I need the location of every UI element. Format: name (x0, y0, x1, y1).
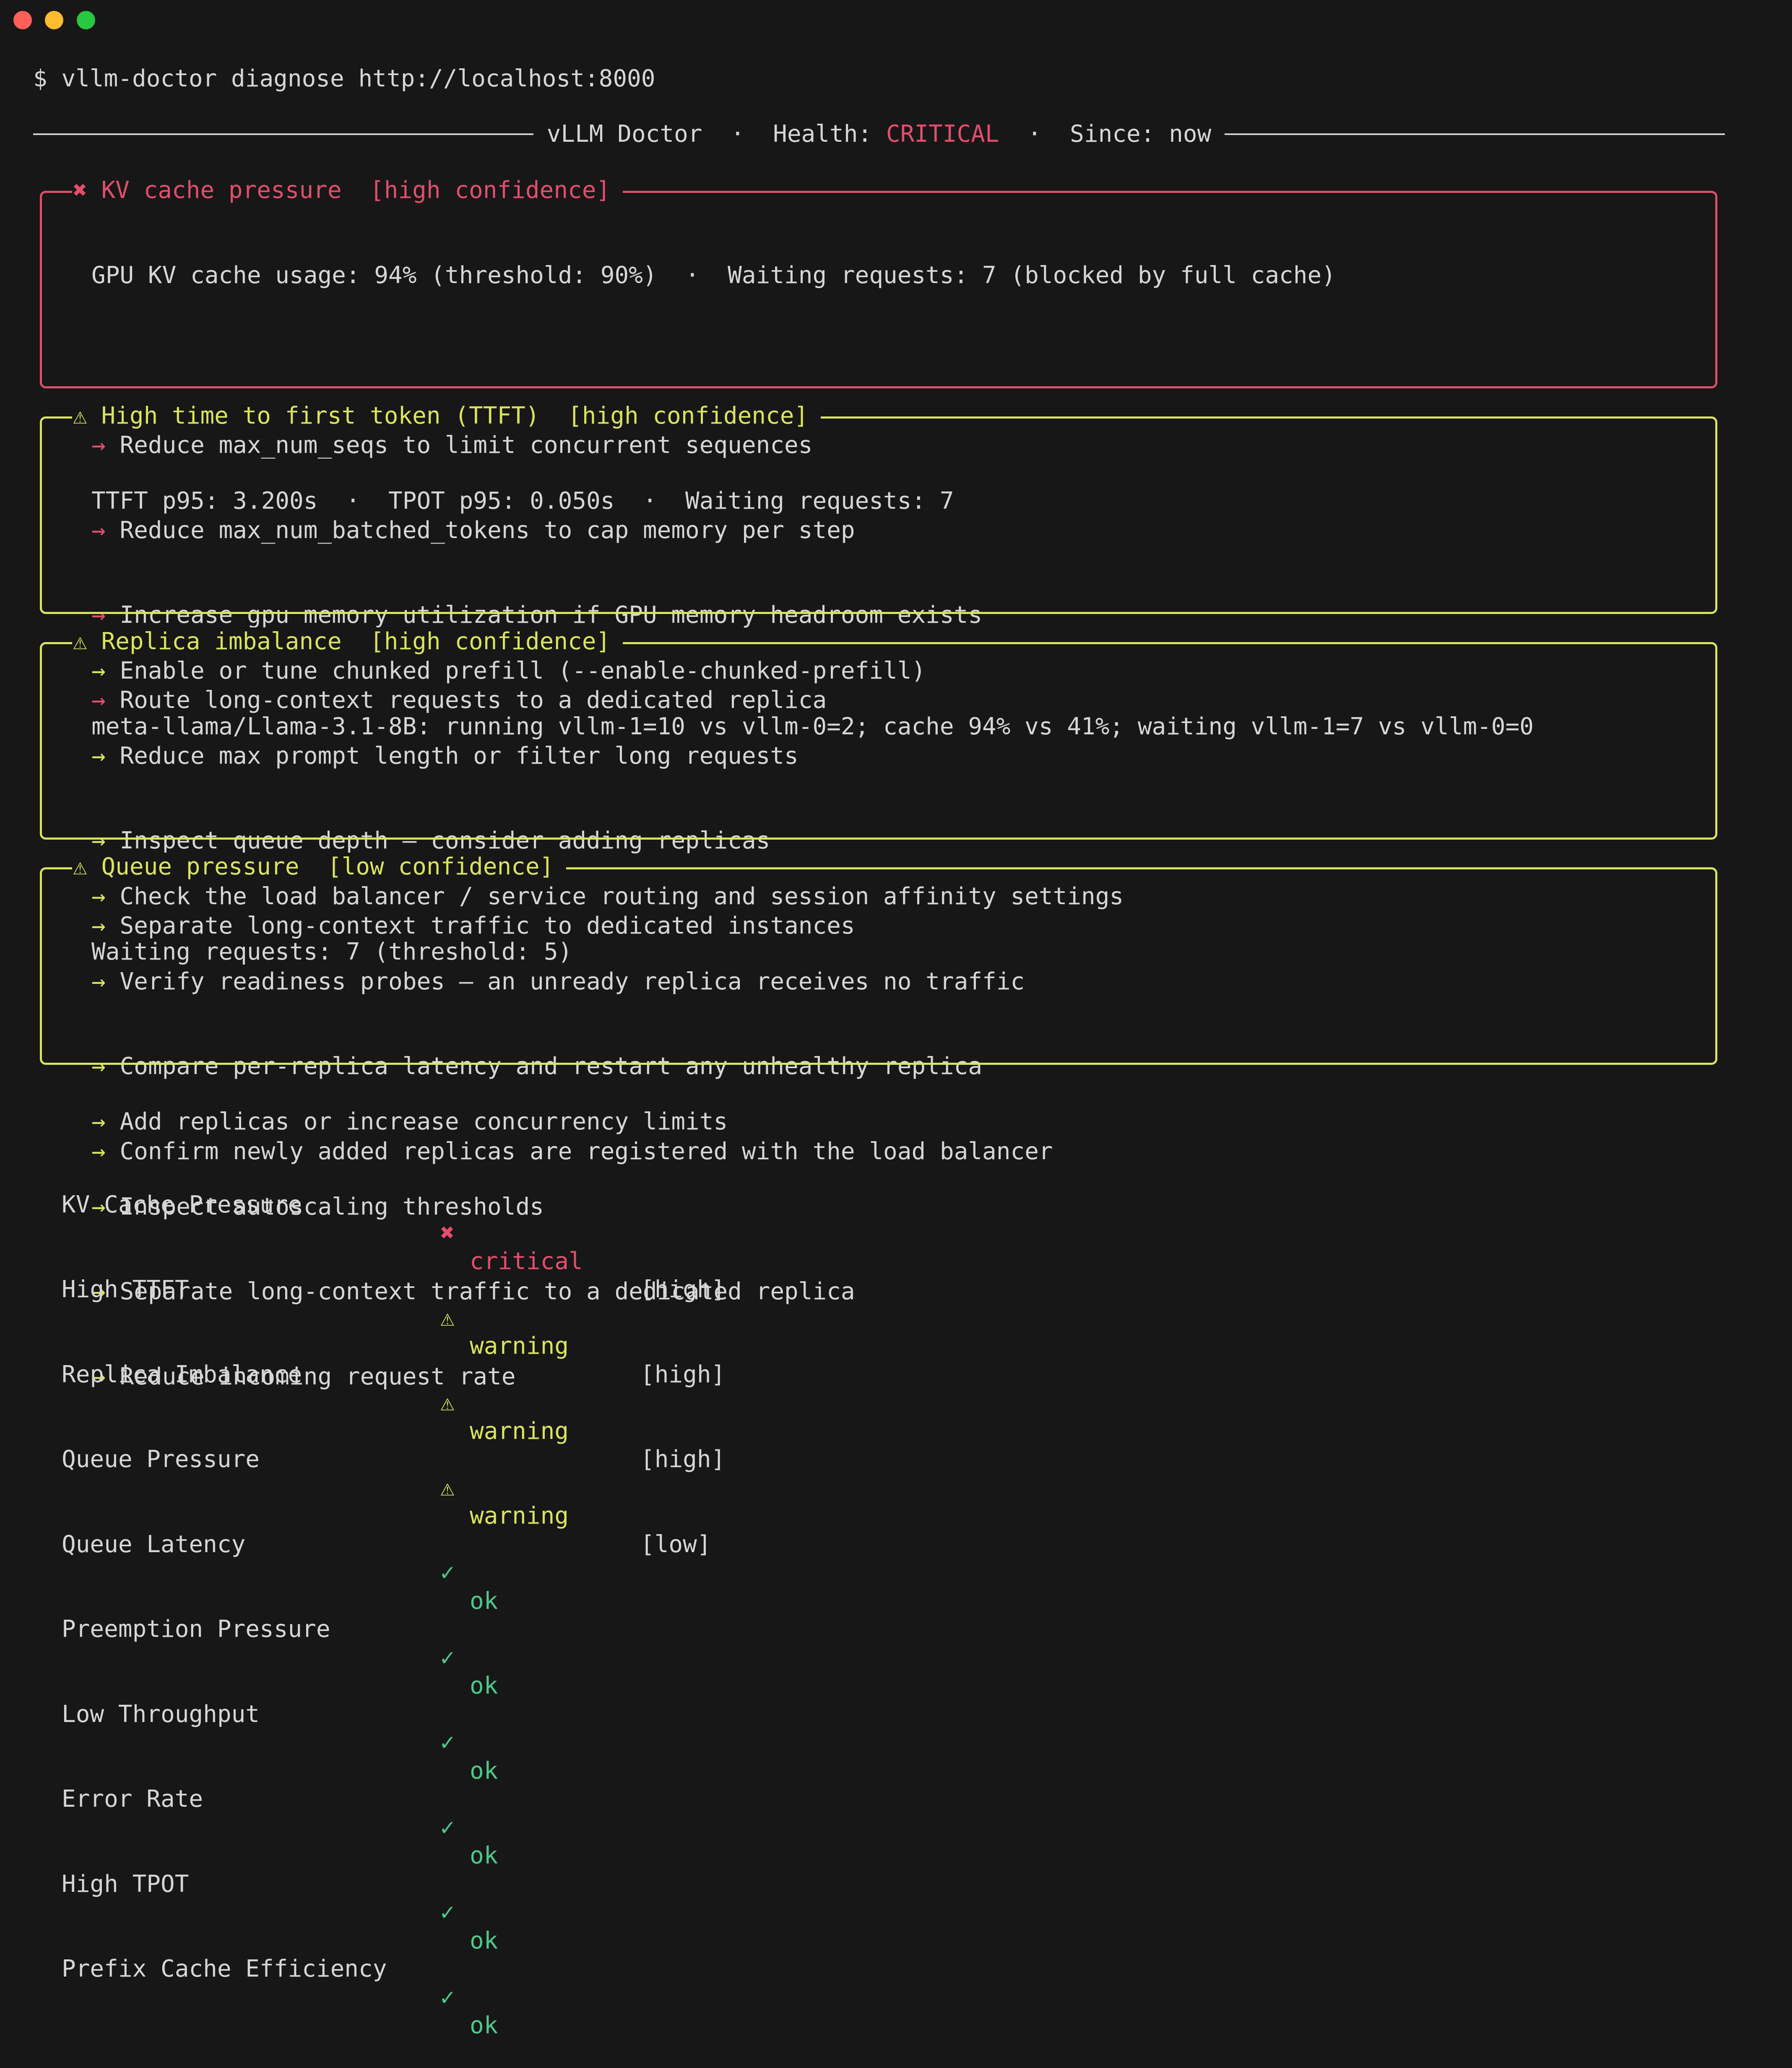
finding-confidence: [high confidence] (568, 402, 809, 429)
critical-icon: ✖ (73, 177, 87, 204)
check-confidence: [high] (640, 1446, 726, 1473)
check-name: Low Throughput (62, 1700, 260, 1728)
finding-confidence: [high confidence] (370, 177, 611, 204)
check-name: Replica Imbalance (62, 1360, 302, 1388)
finding-summary: meta-llama/Llama-3.1-8B: running vllm-1=… (91, 713, 1534, 740)
finding-summary: Waiting requests: 7 (threshold: 5) (91, 938, 572, 965)
prompt-symbol: $ (33, 65, 47, 92)
finding-name: KV cache pressure (101, 177, 342, 204)
finding-panel-kv-cache: ✖ KV cache pressure [high confidence] GP… (40, 176, 1717, 714)
finding-confidence: [high confidence] (370, 628, 611, 655)
window-maximize-button[interactable] (77, 11, 95, 29)
finding-panel-replica-imbalance: ⚠ Replica imbalance [high confidence] me… (40, 627, 1717, 1165)
warning-icon: ⚠ (73, 628, 87, 655)
finding-name: Replica imbalance (101, 628, 342, 655)
app-name: vLLM Doctor (546, 120, 702, 148)
check-icon: ✓ (440, 1559, 455, 1586)
finding-title: ✖ KV cache pressure [high confidence] (72, 176, 623, 205)
check-row-replica-imbalance: Replica Imbalance ⚠ warning [high] (62, 1332, 775, 1473)
warning-icon: ⚠ (440, 1389, 455, 1416)
finding-name: High time to first token (TTFT) (101, 402, 540, 429)
since-label: Since: (1070, 120, 1155, 148)
header-rule-right (1225, 133, 1725, 135)
check-icon: ✓ (440, 1644, 455, 1671)
warning-icon: ⚠ (440, 1304, 455, 1332)
finding-panel-queue-pressure: ⚠ Queue pressure [low confidence] Waitin… (40, 853, 1717, 1390)
check-row-kv-cache-pressure: KV Cache Pressure ✖ critical [high] (62, 1162, 775, 1303)
window-minimize-button[interactable] (45, 11, 63, 29)
check-row-low-throughput: Low Throughput ✓ ok (62, 1672, 775, 1784)
check-confidence: [high] (640, 1276, 726, 1303)
check-row-queue-latency: Queue Latency ✓ ok (62, 1502, 775, 1615)
window-close-button[interactable] (13, 11, 32, 29)
check-row-high-tpot: High TPOT ✓ ok (62, 1842, 775, 1954)
check-name: Preemption Pressure (62, 1615, 330, 1643)
check-row-preemption-pressure: Preemption Pressure ✓ ok (62, 1587, 775, 1699)
check-icon: ✓ (440, 1899, 455, 1926)
check-name: Queue Latency (62, 1530, 246, 1558)
check-name: KV Cache Pressure (62, 1191, 302, 1218)
check-status: ok (470, 2012, 498, 2039)
check-name: Error Rate (62, 1785, 203, 1813)
header-rule-left (33, 133, 533, 135)
health-value: CRITICAL (886, 120, 999, 148)
finding-confidence: [low confidence] (327, 853, 554, 880)
health-label: Health: (773, 120, 872, 148)
header-separator: · (730, 120, 745, 148)
report-header: vLLM Doctor · Health: CRITICAL · Since: … (33, 120, 1725, 148)
finding-summary: GPU KV cache usage: 94% (threshold: 90%)… (91, 262, 1336, 289)
since-value: now (1169, 120, 1212, 148)
header-separator: · (1027, 120, 1042, 148)
finding-title: ⚠ High time to first token (TTFT) [high … (72, 402, 821, 430)
command-text: vllm-doctor diagnose http://localhost:80… (61, 65, 655, 92)
check-summary-table: KV Cache Pressure ✖ critical [high] High… (62, 1106, 775, 2039)
check-name: High TTFT (62, 1276, 189, 1303)
command-line: $ vllm-doctor diagnose http://localhost:… (33, 65, 655, 93)
check-row-prefix-cache-efficiency: Prefix Cache Efficiency ✓ ok (62, 1927, 775, 2039)
check-name: Queue Pressure (62, 1446, 260, 1473)
check-name: Prefix Cache Efficiency (62, 1955, 387, 1982)
check-icon: ✓ (440, 1983, 455, 2011)
warning-icon: ⚠ (73, 402, 87, 429)
finding-title: ⚠ Replica imbalance [high confidence] (72, 627, 623, 656)
check-name: High TPOT (62, 1870, 189, 1898)
finding-title: ⚠ Queue pressure [low confidence] (72, 853, 567, 881)
warning-icon: ⚠ (73, 853, 87, 880)
finding-name: Queue pressure (101, 853, 299, 880)
check-confidence: [low] (640, 1530, 711, 1558)
critical-icon: ✖ (440, 1219, 455, 1246)
check-row-queue-pressure: Queue Pressure ⚠ warning [low] (62, 1417, 775, 1558)
check-confidence: [high] (640, 1360, 726, 1388)
check-icon: ✓ (440, 1813, 455, 1841)
warning-icon: ⚠ (440, 1474, 455, 1501)
finding-panel-ttft: ⚠ High time to first token (TTFT) [high … (40, 402, 1717, 939)
check-row-high-ttft: High TTFT ⚠ warning [high] (62, 1247, 775, 1388)
check-icon: ✓ (440, 1729, 455, 1756)
finding-summary: TTFT p95: 3.200s · TPOT p95: 0.050s · Wa… (91, 487, 954, 515)
check-row-error-rate: Error Rate ✓ ok (62, 1757, 775, 1869)
header-title: vLLM Doctor · Health: CRITICAL · Since: … (533, 120, 1225, 148)
